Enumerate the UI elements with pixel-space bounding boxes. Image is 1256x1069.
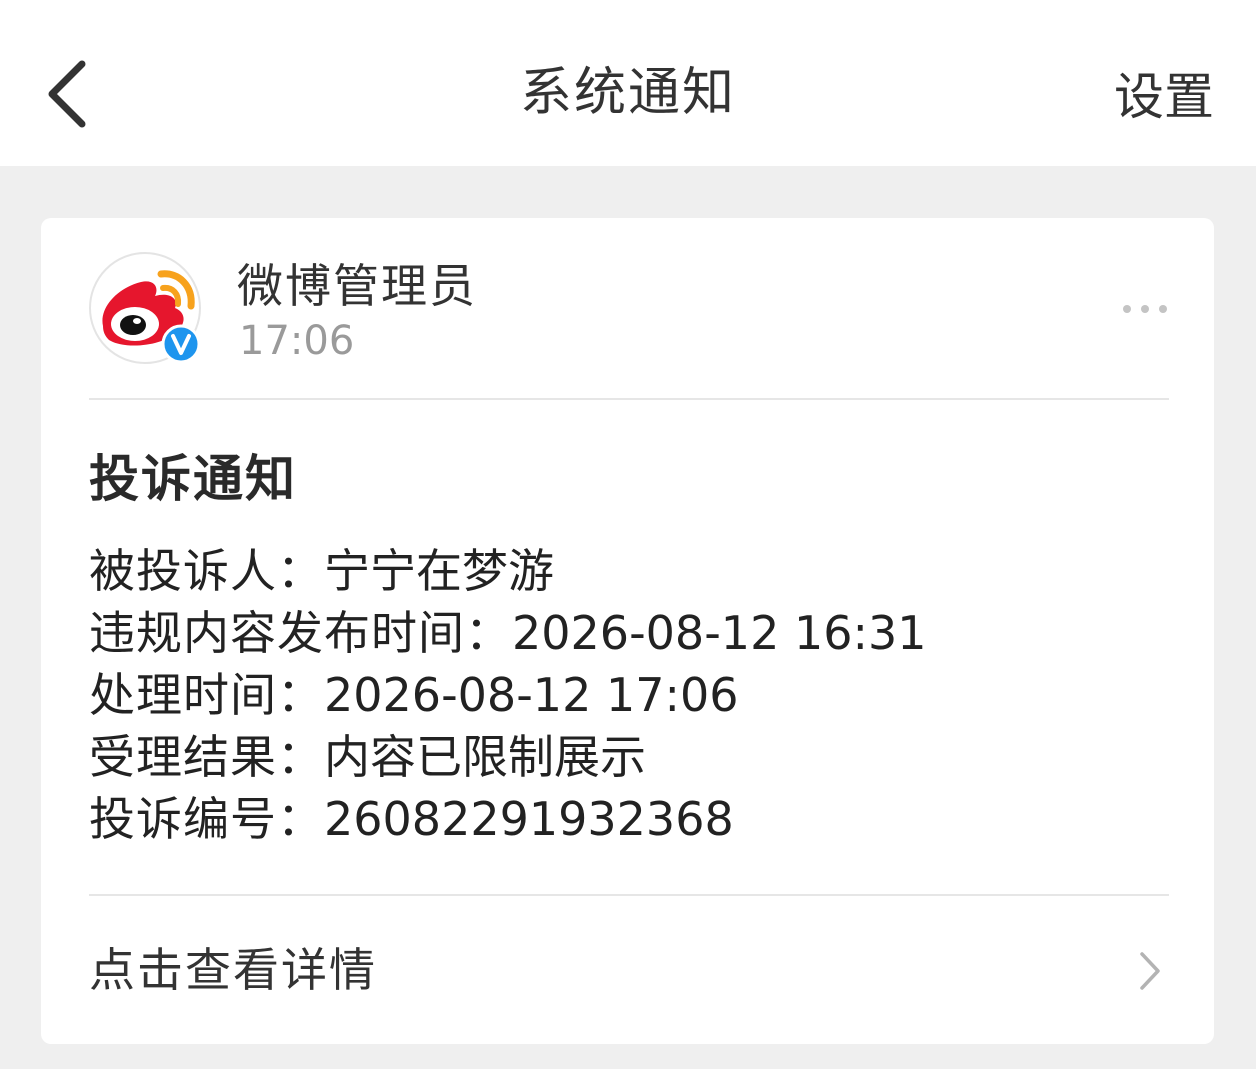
- detail-row-process-time: 处理时间：2026-08-12 17:06: [89, 664, 927, 726]
- message-timestamp: 17:06: [239, 318, 355, 364]
- detail-value: 内容已限制展示: [324, 730, 646, 784]
- detail-label: 被投诉人：: [89, 544, 324, 598]
- detail-label: 处理时间：: [89, 668, 324, 722]
- detail-label: 受理结果：: [89, 730, 324, 784]
- page-title: 系统通知: [519, 63, 736, 123]
- weibo-admin-avatar[interactable]: [89, 252, 205, 368]
- notification-card: 微博管理员 17:06 投诉通知 被投诉人：宁宁在梦游 违规内容发布时间：202…: [41, 218, 1214, 1044]
- detail-row-result: 受理结果：内容已限制展示: [89, 726, 927, 788]
- detail-label: 投诉编号：: [89, 792, 324, 846]
- header-divider: [89, 398, 1169, 400]
- detail-row-post-time: 违规内容发布时间：2026-08-12 16:31: [89, 602, 927, 664]
- verified-badge-icon: [161, 324, 201, 364]
- more-options-icon[interactable]: [1122, 298, 1168, 320]
- settings-button[interactable]: 设置: [1114, 62, 1214, 132]
- chevron-right-icon: [1140, 952, 1160, 990]
- detail-value: 2026-08-12 17:06: [324, 668, 739, 722]
- view-details-label: 点击查看详情: [89, 943, 377, 997]
- detail-value: 宁宁在梦游: [324, 544, 554, 598]
- detail-value: 2026-08-12 16:31: [512, 606, 927, 660]
- view-details-link[interactable]: 点击查看详情: [41, 898, 1214, 1044]
- complaint-details: 被投诉人：宁宁在梦游 违规内容发布时间：2026-08-12 16:31 处理时…: [89, 540, 927, 850]
- detail-row-reported-user: 被投诉人：宁宁在梦游: [89, 540, 927, 602]
- detail-row-complaint-number: 投诉编号：26082291932368: [89, 788, 927, 850]
- sender-name[interactable]: 微博管理员: [237, 256, 477, 316]
- footer-divider: [89, 894, 1169, 896]
- detail-label: 违规内容发布时间：: [89, 606, 512, 660]
- notice-heading: 投诉通知: [89, 450, 297, 508]
- detail-value: 26082291932368: [324, 792, 734, 846]
- top-navigation-bar: 系统通知 设置: [0, 0, 1256, 166]
